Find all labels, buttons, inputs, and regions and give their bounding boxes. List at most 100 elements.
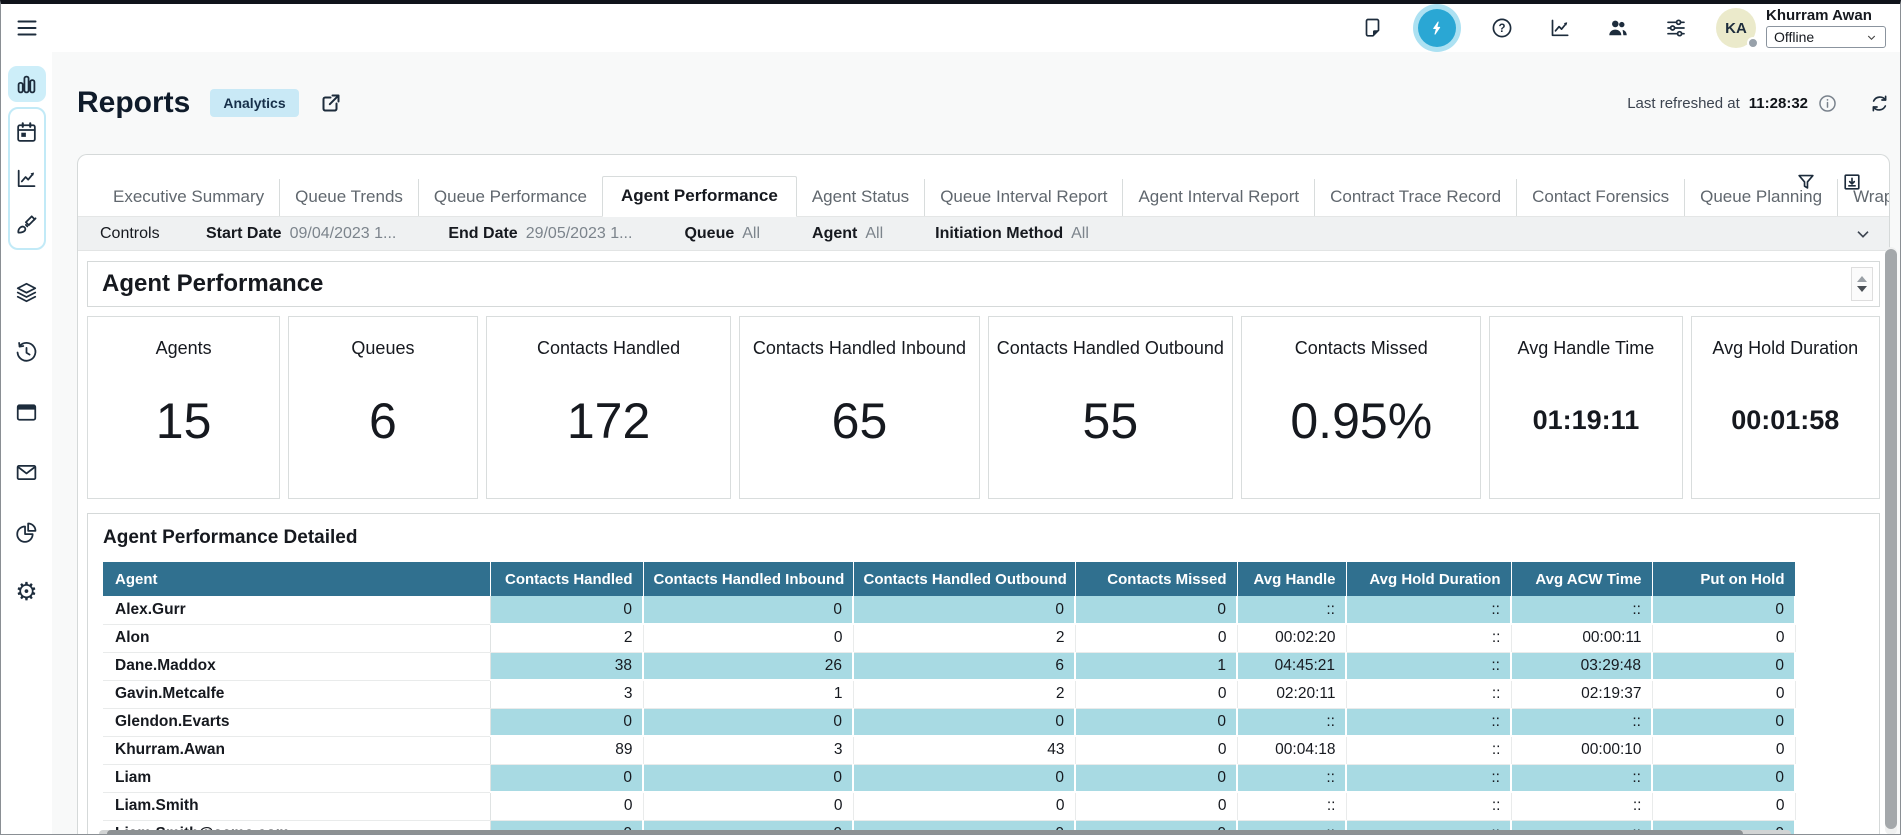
status-select[interactable]: Offline xyxy=(1766,26,1886,48)
avatar[interactable]: KA xyxy=(1716,8,1756,48)
kpi-label: Avg Handle Time xyxy=(1518,338,1655,359)
value-cell: :: xyxy=(1346,764,1511,792)
filter-queue[interactable]: QueueAll xyxy=(684,225,760,243)
help-icon[interactable] xyxy=(1490,16,1514,40)
stepper-up-icon[interactable] xyxy=(1857,276,1867,282)
info-icon[interactable] xyxy=(1817,93,1838,114)
filter-value: All xyxy=(865,225,883,242)
filter-initiation-method[interactable]: Initiation MethodAll xyxy=(935,225,1089,243)
report-tabs: Executive SummaryQueue TrendsQueue Perfo… xyxy=(78,176,1889,217)
sidebar-item-settings[interactable]: ⚙ xyxy=(15,580,37,605)
vertical-scrollbar xyxy=(1885,247,1897,835)
tab-queue-trends[interactable]: Queue Trends xyxy=(279,179,418,216)
sidebar-item-browser[interactable] xyxy=(14,400,39,425)
detailed-title: Agent Performance Detailed xyxy=(103,527,1864,549)
value-cell: 2 xyxy=(853,680,1075,708)
controls-collapse-chevron-icon[interactable] xyxy=(1853,224,1873,244)
sidebar-item-design[interactable] xyxy=(14,212,39,237)
main-content: Reports Analytics Last refreshed at 11:2… xyxy=(52,52,1900,835)
report-title: Agent Performance xyxy=(102,270,323,298)
avatar-initials: KA xyxy=(1725,20,1747,37)
tab-queue-interval-report[interactable]: Queue Interval Report xyxy=(924,179,1122,216)
notes-icon[interactable] xyxy=(1360,16,1384,40)
value-cell: 0 xyxy=(1652,680,1795,708)
kpi-card-agents: Agents15 xyxy=(87,316,280,499)
column-header-avg-handle[interactable]: Avg Handle xyxy=(1237,562,1346,596)
external-link-icon[interactable] xyxy=(319,91,343,115)
value-cell: 3 xyxy=(643,736,853,764)
agent-name-cell: Alex.Gurr xyxy=(103,596,490,624)
column-header-put-on-hold[interactable]: Put on Hold xyxy=(1652,562,1795,596)
vertical-scrollbar-thumb[interactable] xyxy=(1885,249,1897,829)
sidebar-item-reports[interactable] xyxy=(8,66,46,102)
value-cell: :: xyxy=(1237,708,1346,736)
sidebar-item-layers[interactable] xyxy=(14,280,39,305)
app-window: KA Khurram Awan Offline xyxy=(0,0,1901,835)
value-cell: 0 xyxy=(853,792,1075,820)
kpi-card-avg-hold-duration: Avg Hold Duration00:01:58 xyxy=(1691,316,1880,499)
settings-sliders-icon[interactable] xyxy=(1664,16,1688,40)
lightning-icon[interactable] xyxy=(1418,9,1456,47)
sidebar-rest: ⚙ xyxy=(14,280,39,605)
tab-contract-trace-record[interactable]: Contract Trace Record xyxy=(1314,179,1516,216)
value-cell: 00:02:20 xyxy=(1237,624,1346,652)
kpi-label: Contacts Handled xyxy=(537,338,680,359)
filter-label: Initiation Method xyxy=(935,225,1063,242)
kpi-card-contacts-handled-inbound: Contacts Handled Inbound65 xyxy=(739,316,979,499)
user-name: Khurram Awan xyxy=(1766,8,1886,23)
value-cell: 0 xyxy=(643,624,853,652)
history-icon xyxy=(14,340,39,365)
sidebar-item-history[interactable] xyxy=(14,340,39,365)
filter-agent[interactable]: AgentAll xyxy=(812,225,883,243)
analytics-chart-icon[interactable] xyxy=(1548,16,1572,40)
users-icon[interactable] xyxy=(1606,16,1630,40)
menu-icon[interactable] xyxy=(15,16,39,40)
sidebar-item-reports-pie[interactable] xyxy=(14,520,39,545)
column-header-agent[interactable]: Agent xyxy=(103,562,490,596)
table-header-row: AgentContacts HandledContacts Handled In… xyxy=(103,562,1795,596)
value-cell: :: xyxy=(1346,680,1511,708)
tab-executive-summary[interactable]: Executive Summary xyxy=(98,179,279,216)
value-cell: :: xyxy=(1346,596,1511,624)
value-cell: 0 xyxy=(1652,708,1795,736)
value-cell: 0 xyxy=(853,596,1075,624)
value-cell: 0 xyxy=(1652,596,1795,624)
value-cell: :: xyxy=(1511,764,1652,792)
refresh-icon[interactable] xyxy=(1869,93,1890,114)
sidebar-group xyxy=(8,107,46,250)
card-toolbar xyxy=(1795,171,1863,193)
tab-agent-interval-report[interactable]: Agent Interval Report xyxy=(1122,179,1314,216)
value-cell: 0 xyxy=(490,764,643,792)
kpi-card-avg-handle-time: Avg Handle Time01:19:11 xyxy=(1489,316,1682,499)
gear-icon: ⚙ xyxy=(15,580,37,605)
tab-agent-status[interactable]: Agent Status xyxy=(797,179,924,216)
value-cell: 0 xyxy=(1652,652,1795,680)
kpi-value: 65 xyxy=(832,359,888,498)
filter-funnel-icon[interactable] xyxy=(1795,171,1817,193)
value-cell: 02:20:11 xyxy=(1237,680,1346,708)
column-header-avg-hold-duration[interactable]: Avg Hold Duration xyxy=(1346,562,1511,596)
column-header-contacts-missed[interactable]: Contacts Missed xyxy=(1075,562,1237,596)
tab-queue-performance[interactable]: Queue Performance xyxy=(418,179,602,216)
detailed-panel: Agent Performance Detailed AgentContacts… xyxy=(87,513,1880,835)
stepper-down-icon[interactable] xyxy=(1857,286,1867,292)
tab-agent-performance[interactable]: Agent Performance xyxy=(602,176,797,217)
table-row: Liam0000::::::0 xyxy=(103,764,1795,792)
sidebar-item-trends[interactable] xyxy=(14,166,39,191)
sidebar-item-calendar[interactable] xyxy=(14,120,39,145)
tab-contact-forensics[interactable]: Contact Forensics xyxy=(1516,179,1684,216)
column-header-avg-acw-time[interactable]: Avg ACW Time xyxy=(1511,562,1652,596)
filter-start-date[interactable]: Start Date09/04/2023 1... xyxy=(206,225,396,243)
kpi-value: 0.95% xyxy=(1290,359,1432,498)
agent-performance-table: AgentContacts HandledContacts Handled In… xyxy=(103,562,1796,835)
bar-chart-icon xyxy=(14,72,39,97)
column-header-contacts-handled[interactable]: Contacts Handled xyxy=(490,562,643,596)
column-header-contacts-handled-inbound[interactable]: Contacts Handled Inbound xyxy=(643,562,853,596)
line-chart-icon xyxy=(14,166,39,191)
sidebar-item-mail[interactable] xyxy=(14,460,39,485)
value-cell: :: xyxy=(1237,792,1346,820)
filter-end-date[interactable]: End Date29/05/2023 1... xyxy=(448,225,632,243)
value-cell: 0 xyxy=(1075,708,1237,736)
column-header-contacts-handled-outbound[interactable]: Contacts Handled Outbound xyxy=(853,562,1075,596)
download-icon[interactable] xyxy=(1841,171,1863,193)
